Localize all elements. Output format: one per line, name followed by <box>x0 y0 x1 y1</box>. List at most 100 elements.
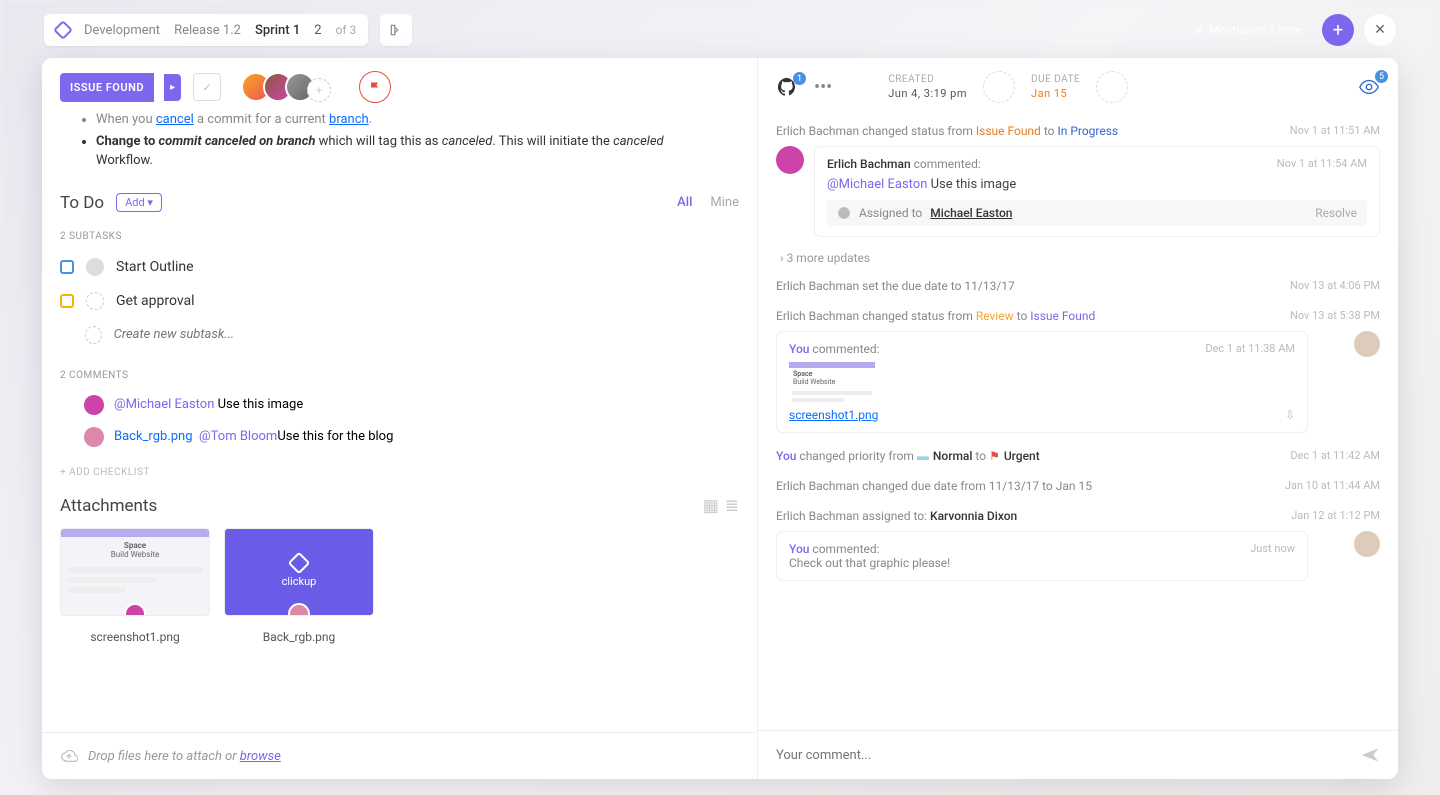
crumb-release[interactable]: Release 1.2 <box>174 23 241 38</box>
subtask-row[interactable]: Get approval <box>60 284 739 318</box>
browse-link[interactable]: browse <box>240 749 281 764</box>
subtask-name: Get approval <box>116 293 195 309</box>
subtask-assignee-empty[interactable] <box>86 292 104 310</box>
activity-feed: Erlich Bachman changed status from Issue… <box>758 106 1398 730</box>
due-label: DUE DATE <box>1031 74 1080 85</box>
crumb-sprint[interactable]: Sprint 1 <box>255 23 300 38</box>
grid-view-icon[interactable]: ▦ <box>703 496 719 516</box>
comments-header: 2 COMMENTS <box>60 370 739 381</box>
to-word: to <box>1044 124 1055 138</box>
more-menu-button[interactable]: ••• <box>814 77 832 98</box>
comment-file-link[interactable]: Back_rgb.png <box>114 429 193 444</box>
resolve-button[interactable]: Resolve <box>1315 206 1357 220</box>
status-button[interactable]: ISSUE FOUND <box>60 73 154 102</box>
desc-bold: Change to <box>96 134 159 149</box>
desc-link-cancel[interactable]: cancel <box>156 112 194 127</box>
subtask-assignee-empty[interactable] <box>85 326 102 344</box>
attachment-filename: screenshot1.png <box>60 630 210 644</box>
attachment-card[interactable]: clickup Back_rgb.png <box>224 528 374 644</box>
attachments-row: SpaceBuild Website screenshot1.png click… <box>60 528 739 644</box>
hash-icon: # <box>1195 23 1202 37</box>
created-value: Jun 4, 3:19 pm <box>888 87 967 100</box>
left-footer-dropzone[interactable]: Drop files here to attach or browse <box>42 732 757 779</box>
comment-avatar <box>84 427 104 447</box>
attachment-filename: Back_rgb.png <box>224 630 374 644</box>
todo-comment[interactable]: Back_rgb.png @Tom BloomUse this for the … <box>60 421 739 453</box>
crumb-of: of 3 <box>336 23 357 37</box>
left-scroll: When you cancel a commit for a current b… <box>42 106 757 732</box>
activity-timestamp: Jan 10 at 11:44 AM <box>1275 479 1380 492</box>
comment-attachment-thumb[interactable]: SpaceBuild Website <box>789 362 875 402</box>
subtask-row[interactable]: Start Outline <box>60 250 739 284</box>
filter-mine[interactable]: Mine <box>710 195 739 210</box>
exit-button[interactable] <box>380 14 412 46</box>
status-square-icon[interactable] <box>60 294 74 308</box>
subtasks-header: 2 SUBTASKS <box>60 231 739 242</box>
due-meta[interactable]: DUE DATE Jan 15 <box>1031 74 1080 100</box>
activity-timestamp: Nov 1 at 11:51 AM <box>1280 124 1380 137</box>
list-view-icon[interactable]: ≣ <box>725 496 739 516</box>
add-checklist-button[interactable]: + ADD CHECKLIST <box>60 467 739 478</box>
download-icon[interactable]: ⇩ <box>1285 408 1295 422</box>
comment-author: Erlich Bachman <box>827 157 911 171</box>
more-updates-toggle[interactable]: › 3 more updates <box>776 245 1380 271</box>
left-pane: ISSUE FOUND ▸ ✓ + When you cancel a comm… <box>42 58 758 779</box>
breadcrumb: Development Release 1.2 Sprint 1 2 of 3 <box>44 14 368 46</box>
activity-timestamp: Nov 13 at 4:06 PM <box>1280 279 1380 292</box>
comment-timestamp: Just now <box>1250 542 1295 555</box>
subtask-assignee-avatar[interactable] <box>86 258 104 276</box>
comment-mention[interactable]: @Michael Easton <box>114 397 214 412</box>
add-button[interactable]: + <box>1322 14 1354 46</box>
status-tag: Issue Found <box>1030 309 1095 323</box>
assignees: + <box>241 72 331 102</box>
desc-link-branch[interactable]: branch <box>329 112 369 127</box>
assigned-name[interactable]: Michael Easton <box>930 206 1012 220</box>
github-count: 1 <box>793 72 806 85</box>
new-subtask-input[interactable] <box>114 327 739 342</box>
comment-input[interactable] <box>776 748 1350 763</box>
github-button[interactable]: 1 <box>776 76 798 98</box>
desc-italic: canceled <box>613 134 664 149</box>
desc-text: a commit for a current <box>194 112 329 127</box>
watchers-button[interactable]: 5 <box>1358 76 1380 98</box>
attachment-thumbnail: clickup <box>224 528 374 616</box>
mentioned-pill[interactable]: # Mentioned 1 time <box>1185 17 1312 43</box>
comment-text: Use this image <box>214 397 303 412</box>
crumb-index: 2 <box>314 23 321 38</box>
todo-filters: All Mine <box>677 195 739 210</box>
filter-all[interactable]: All <box>677 195 692 210</box>
priority-flag-button[interactable] <box>359 71 391 103</box>
new-subtask-row <box>60 318 739 352</box>
todo-comment[interactable]: @Michael Easton Use this image <box>60 389 739 421</box>
attachment-card[interactable]: SpaceBuild Website screenshot1.png <box>60 528 210 644</box>
activity-avatar <box>1354 331 1380 357</box>
close-button[interactable]: ✕ <box>1364 14 1396 46</box>
send-icon[interactable] <box>1360 745 1380 765</box>
comment-verb: commented: <box>809 542 879 556</box>
crumb-space[interactable]: Development <box>84 23 160 38</box>
add-todo-button[interactable]: Add ▾ <box>116 193 162 212</box>
attachment-author-avatar <box>288 603 310 616</box>
comment-mention[interactable]: @Tom Bloom <box>199 429 277 444</box>
status-square-icon[interactable] <box>60 260 74 274</box>
comment-file-link[interactable]: screenshot1.png <box>789 408 878 422</box>
todo-title: To Do <box>60 193 104 213</box>
comment-mention[interactable]: @Michael Easton <box>827 177 927 192</box>
to-word: to <box>972 449 989 463</box>
exit-icon <box>389 23 403 37</box>
complete-checkbox[interactable]: ✓ <box>193 73 221 101</box>
desc-text: . This will initiate the <box>492 134 613 149</box>
desc-text: Workflow. <box>96 151 739 171</box>
activity-row: Erlich Bachman changed due date from 11/… <box>776 471 1380 501</box>
status-dropdown[interactable]: ▸ <box>164 74 181 101</box>
app-logo-icon <box>53 20 73 40</box>
start-date-placeholder[interactable] <box>983 71 1015 103</box>
task-card: ISSUE FOUND ▸ ✓ + When you cancel a comm… <box>42 58 1398 779</box>
time-estimate-placeholder[interactable] <box>1096 71 1128 103</box>
activity-timestamp: Dec 1 at 11:42 AM <box>1280 449 1380 462</box>
add-assignee-button[interactable]: + <box>307 78 331 102</box>
activity-avatar <box>1354 531 1380 557</box>
you-label: You <box>789 342 809 356</box>
activity-row: You changed priority from Normal to Urge… <box>776 441 1380 471</box>
attachments-title: Attachments <box>60 496 157 516</box>
